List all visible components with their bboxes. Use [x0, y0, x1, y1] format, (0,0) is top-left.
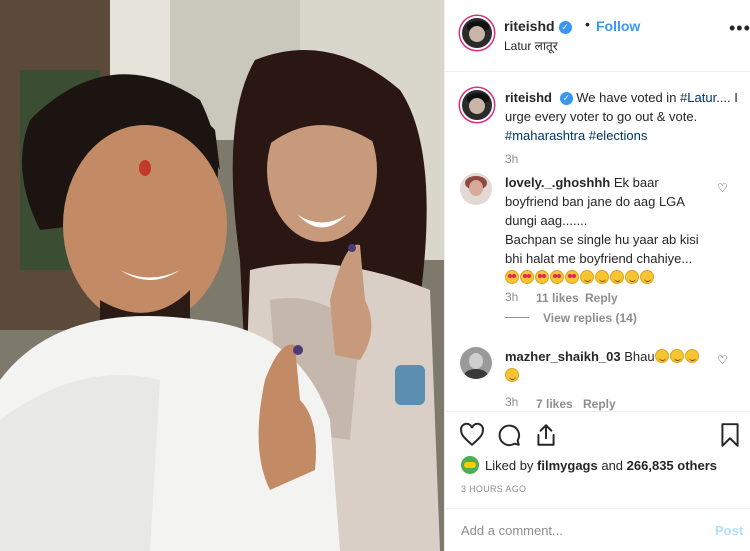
- author-avatar[interactable]: [460, 16, 494, 50]
- post-photo[interactable]: [0, 0, 444, 551]
- liked-by-and: and: [597, 458, 627, 473]
- comment-time[interactable]: 3h: [505, 395, 518, 409]
- caption-text: We have voted in: [576, 90, 681, 105]
- comment-avatar[interactable]: [460, 173, 492, 205]
- reply-button[interactable]: Reply: [583, 397, 616, 411]
- liked-by-count[interactable]: 266,835 others: [627, 458, 717, 473]
- hashtag-elections[interactable]: #elections: [589, 128, 648, 143]
- reply-button[interactable]: Reply: [585, 291, 618, 305]
- post-timestamp[interactable]: 3 HOURS AGO: [461, 484, 526, 494]
- comment-username[interactable]: lovely._.ghoshhh: [505, 175, 610, 190]
- verified-badge-icon: ✓: [559, 92, 573, 105]
- comment-time[interactable]: 3h: [505, 290, 518, 304]
- comment-text: mazher_shaikh_03 Bhau: [505, 347, 715, 385]
- header-separator: •: [585, 16, 590, 32]
- caption-avatar[interactable]: [460, 88, 494, 122]
- share-upload-icon[interactable]: [533, 422, 559, 448]
- like-comment-heart-icon[interactable]: ♡: [717, 181, 728, 195]
- more-options-icon[interactable]: •••: [729, 19, 750, 37]
- caption-username[interactable]: riteishd: [505, 90, 552, 105]
- comment-bubble-icon[interactable]: [496, 422, 522, 448]
- emoji-row: [505, 270, 655, 285]
- comment-body-2: Bachpan se single hu yaar ab kisi bhi ha…: [505, 232, 699, 266]
- hashtag-maharashtra[interactable]: #maharashtra: [505, 128, 585, 143]
- likes-summary[interactable]: Liked by filmygags and 266,835 others: [461, 456, 717, 474]
- comment-input[interactable]: Add a comment...: [461, 523, 563, 538]
- photo-illustration: [0, 0, 444, 551]
- post-actions: Liked by filmygags and 266,835 others 3 …: [445, 411, 750, 511]
- view-replies-label: View replies (14): [543, 311, 637, 325]
- author-username[interactable]: riteishd: [504, 18, 555, 34]
- emoji: [505, 368, 519, 382]
- comment-avatar[interactable]: [460, 347, 492, 379]
- comment-text: lovely._.ghoshhh Ek baar boyfriend ban j…: [505, 173, 715, 287]
- caption-time[interactable]: 3h: [505, 152, 518, 166]
- divider-line: [505, 317, 529, 318]
- comment-body: Bhau: [624, 349, 655, 364]
- comment-likes[interactable]: 7 likes: [536, 397, 573, 411]
- save-bookmark-icon[interactable]: [717, 422, 743, 448]
- liked-by-prefix: Liked by: [485, 458, 538, 473]
- comment-username[interactable]: mazher_shaikh_03: [505, 349, 621, 364]
- location-link[interactable]: Latur लातूर: [504, 37, 558, 54]
- hashtag-latur[interactable]: #Latur: [680, 90, 716, 105]
- liker-avatar: [461, 456, 479, 474]
- comments-section[interactable]: riteishd ✓ We have voted in #Latur.... I…: [445, 73, 750, 411]
- view-replies-button[interactable]: View replies (14): [505, 311, 637, 325]
- post-header: riteishd ✓ • Follow Latur लातूर •••: [445, 0, 750, 72]
- post-panel: riteishd ✓ • Follow Latur लातूर ••• ritei…: [444, 0, 750, 551]
- like-comment-heart-icon[interactable]: ♡: [717, 353, 728, 367]
- add-comment-bar: Add a comment... Post: [445, 508, 750, 551]
- post-comment-button[interactable]: Post: [715, 523, 743, 538]
- verified-badge-icon: ✓: [558, 21, 572, 34]
- caption: riteishd ✓ We have voted in #Latur.... I…: [505, 88, 745, 145]
- author-username-row[interactable]: riteishd ✓: [504, 18, 572, 34]
- comment-likes[interactable]: 11 likes: [536, 291, 579, 305]
- liked-by-user[interactable]: filmygags: [537, 458, 598, 473]
- like-heart-icon[interactable]: [459, 422, 485, 448]
- follow-button[interactable]: Follow: [596, 18, 640, 34]
